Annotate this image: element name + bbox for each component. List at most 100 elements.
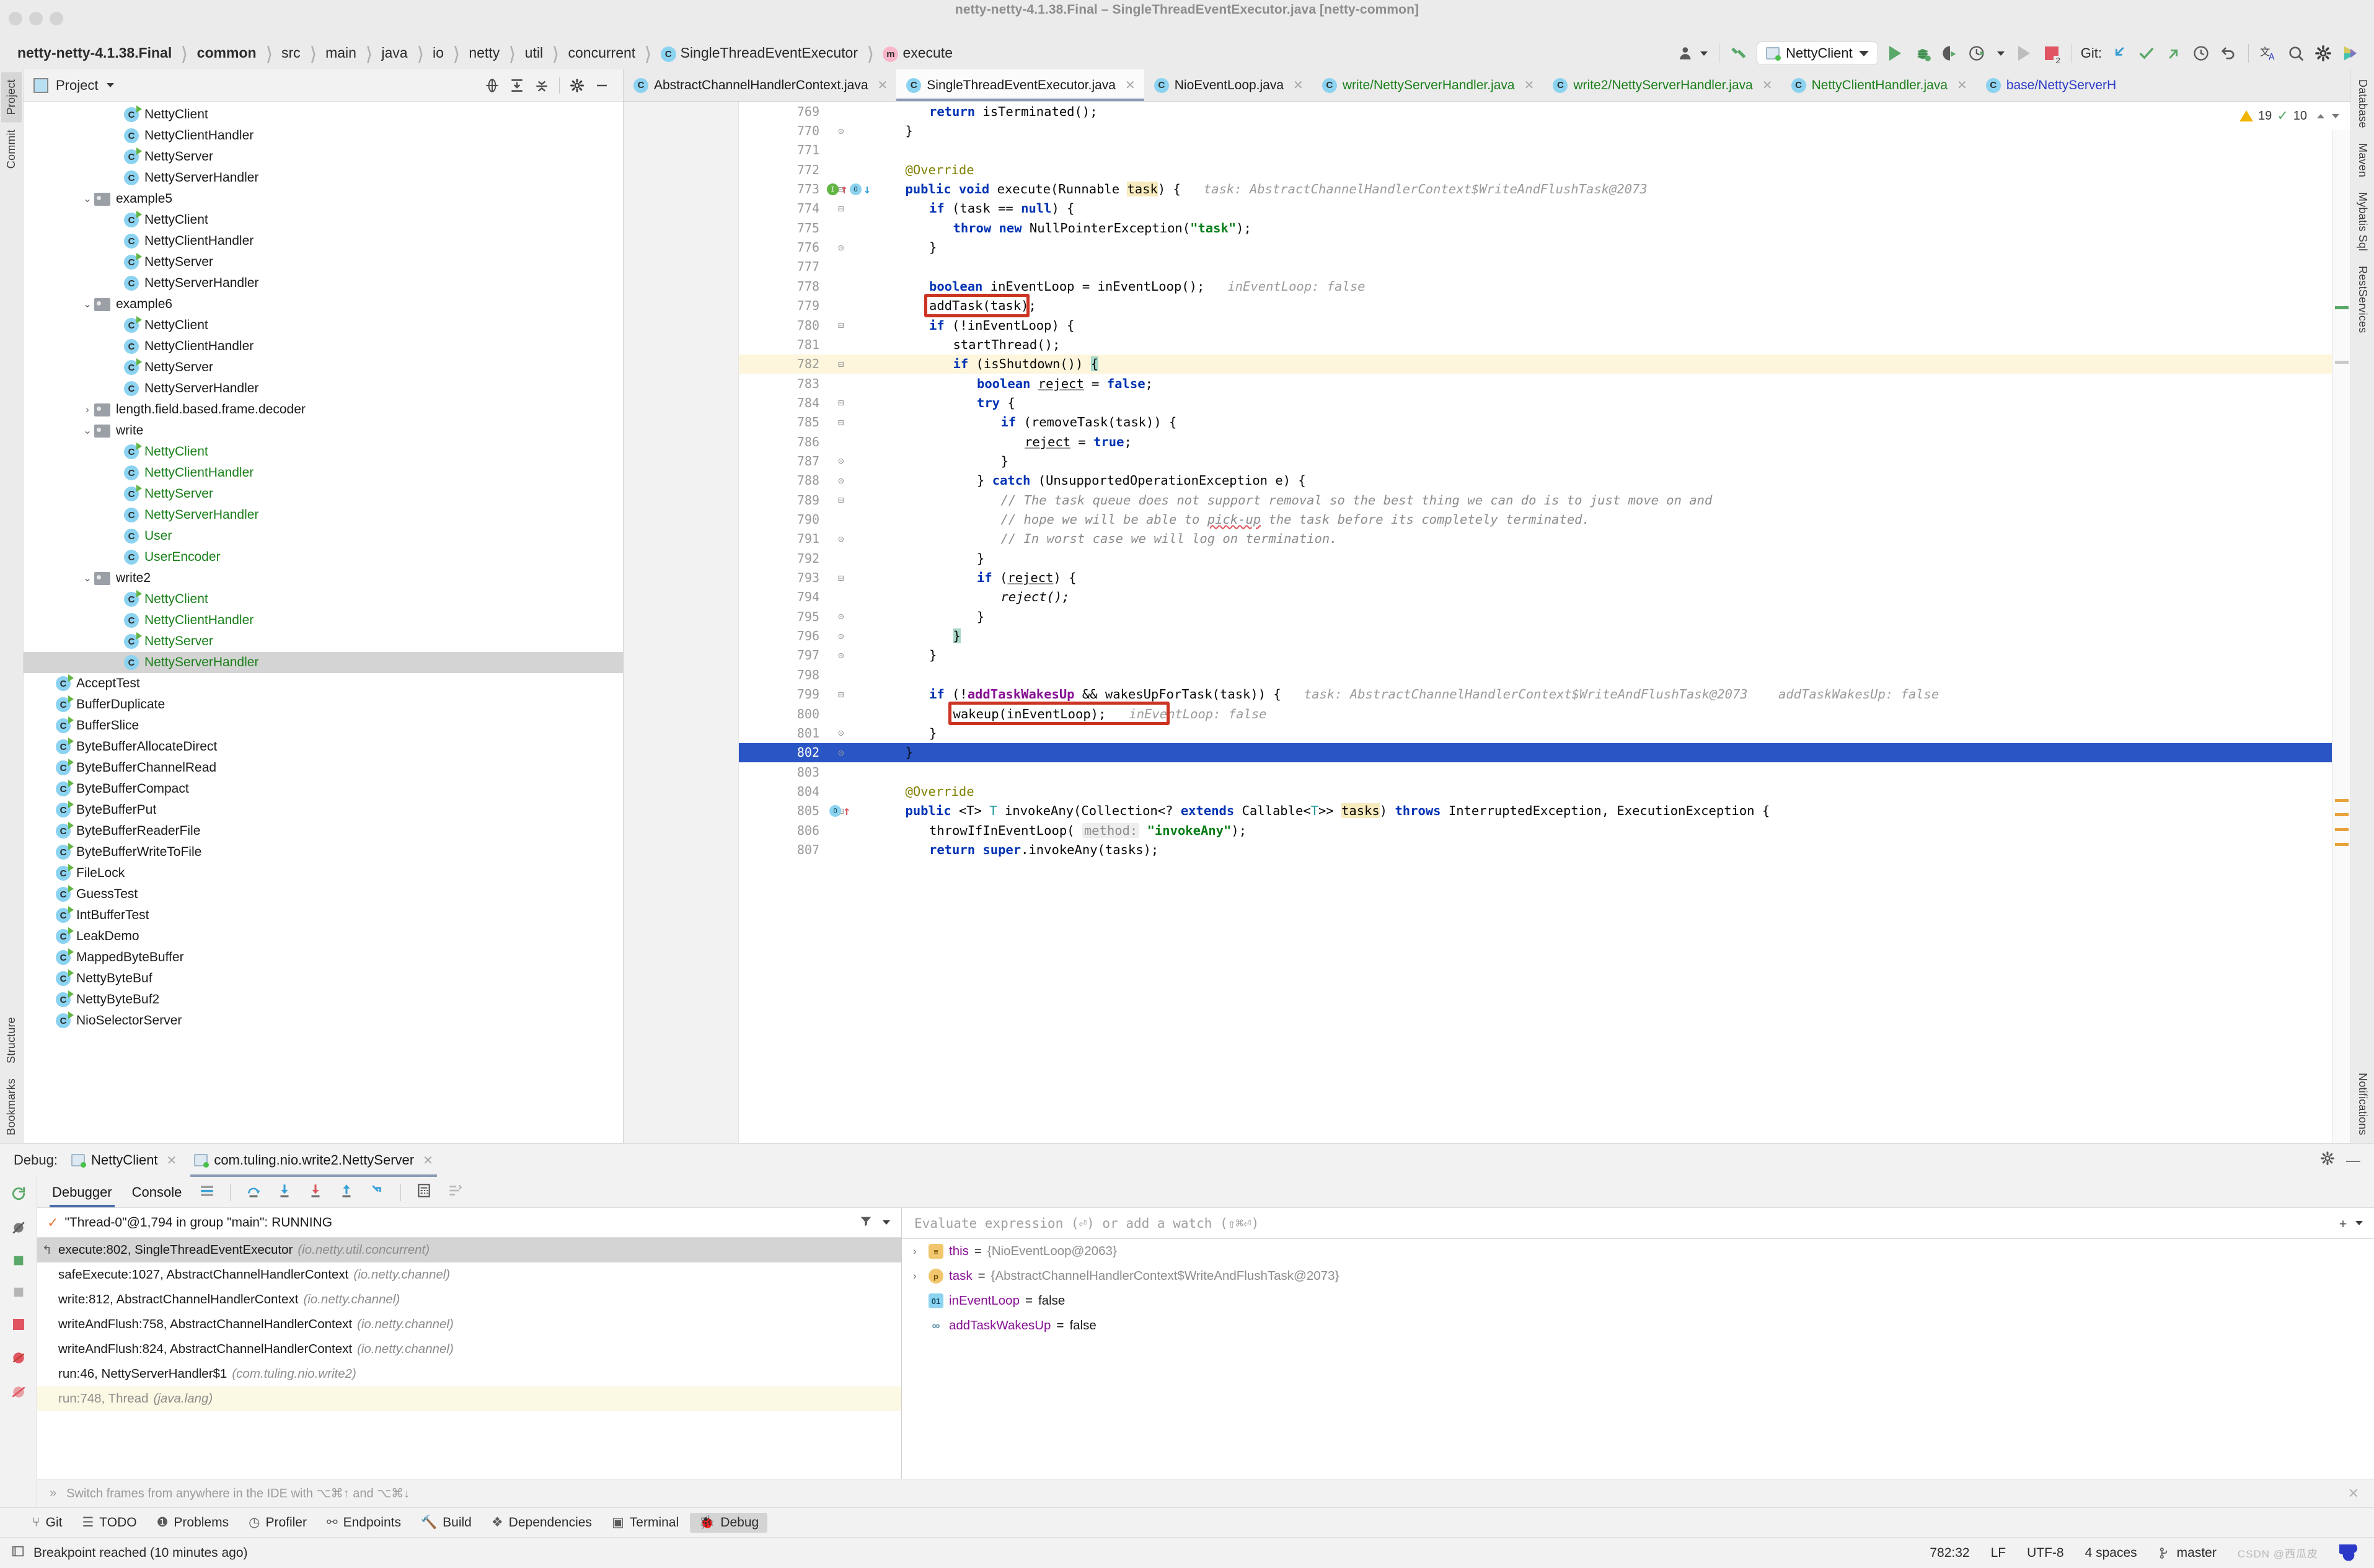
code-line[interactable]: 792}: [739, 548, 2332, 568]
bottom-tool-dependencies[interactable]: ❖ Dependencies: [483, 1512, 601, 1533]
tree-folder-row[interactable]: ⌄ example6: [24, 294, 623, 315]
code-fold-icon[interactable]: ⊝: [838, 610, 844, 622]
stop-button[interactable]: 2: [2038, 41, 2065, 66]
code-line[interactable]: 780 ⊟ if (!inEventLoop) {: [739, 315, 2332, 335]
tree-file-row[interactable]: C NettyServer: [24, 631, 623, 652]
code-fold-icon[interactable]: ⊝: [838, 455, 844, 467]
code-line[interactable]: 776 ⊝}: [739, 237, 2332, 257]
variable-row[interactable]: › p task = {AbstractChannelHandlerContext$…: [902, 1264, 2374, 1288]
frames-list[interactable]: ↰ execute:802, SingleThreadEventExecutor (…: [37, 1238, 901, 1411]
add-watch-icon[interactable]: +: [2339, 1216, 2347, 1231]
breadcrumb-item-1[interactable]: common: [196, 45, 258, 61]
bottom-tool-window-bar[interactable]: ⑂ Git ☰ TODO ❶ Problems ◷ Profiler ⚯ Endpoints 🔨 Bu…: [0, 1507, 2374, 1537]
tree-file-row[interactable]: C NettyClient: [24, 441, 623, 462]
variable-row[interactable]: ∞ addTaskWakesUp = false: [902, 1313, 2374, 1338]
project-tree[interactable]: C NettyClient C NettyClientHandler C NettySer…: [24, 102, 623, 1143]
tool-strip-commit[interactable]: Commit: [1, 122, 22, 176]
evaluate-expression-icon[interactable]: [416, 1183, 432, 1202]
evaluate-expression-field[interactable]: Evaluate expression (⏎) or add a watch (…: [902, 1208, 2374, 1239]
project-settings-gear-icon[interactable]: [565, 75, 589, 96]
settings-gear-icon[interactable]: [2310, 41, 2337, 66]
step-over-icon[interactable]: [245, 1183, 262, 1202]
code-line[interactable]: 801 ⊝}: [739, 723, 2332, 742]
step-into-icon[interactable]: [276, 1183, 293, 1202]
code-fold-icon[interactable]: ⊟: [838, 689, 844, 700]
tree-file-row[interactable]: C ByteBufferWriteToFile: [24, 842, 623, 863]
editor-tab-5[interactable]: C NettyClientHandler.java ✕: [1781, 69, 1976, 101]
code-line[interactable]: 775 throw new NullPointerException("task"…: [739, 218, 2332, 237]
breadcrumb-item-5[interactable]: io: [431, 45, 445, 61]
tree-file-row[interactable]: C NettyClient: [24, 315, 623, 336]
tab-debugger[interactable]: Debugger: [50, 1177, 115, 1207]
breadcrumb-item-9[interactable]: C SingleThreadEventExecutor: [660, 45, 859, 62]
bottom-tool-debug[interactable]: 🐞 Debug: [690, 1512, 768, 1533]
code-fold-icon[interactable]: ⊟: [838, 203, 844, 214]
code-line[interactable]: 800 wakeup(inEventLoop); inEventLoop: fal…: [739, 704, 2332, 723]
code-line[interactable]: 769 return isTerminated();: [739, 102, 2332, 121]
close-icon[interactable]: ✕: [423, 1153, 433, 1168]
tree-file-row[interactable]: C BufferSlice: [24, 715, 623, 736]
inspection-summary[interactable]: 19 ✓ 10: [2239, 102, 2350, 130]
stack-frame-row[interactable]: run:46, NettyServerHandler$1 (com.tuling.…: [37, 1362, 901, 1386]
filter-frames-icon[interactable]: [859, 1214, 873, 1231]
code-line[interactable]: 799 ⊟ if (!addTaskWakesUp && wakesUpForTas…: [739, 685, 2332, 704]
breadcrumb-item-0[interactable]: netty-netty-4.1.38.Final: [16, 45, 173, 61]
run-with-coverage-button[interactable]: [1936, 41, 1964, 66]
git-update-icon[interactable]: [2106, 41, 2133, 66]
chevron-down-icon[interactable]: ⌄: [81, 298, 94, 311]
editor-tab-1[interactable]: C SingleThreadEventExecutor.java ✕: [896, 69, 1145, 101]
rollback-icon[interactable]: [2215, 41, 2242, 66]
variables-list[interactable]: › ≡ this = {NioEventLoop@2063} › p task = {Ab…: [902, 1239, 2374, 1338]
code-fold-icon[interactable]: ⊝: [838, 242, 844, 253]
tree-file-row[interactable]: C NettyServerHandler: [24, 504, 623, 526]
tree-file-row[interactable]: C User: [24, 526, 623, 547]
force-step-into-icon[interactable]: [307, 1183, 324, 1202]
close-icon[interactable]: ✕: [1957, 77, 1967, 93]
tool-strip-structure[interactable]: Structure: [1, 1010, 22, 1071]
code-line[interactable]: 787 ⊝}: [739, 451, 2332, 470]
breadcrumb-item-10[interactable]: m execute: [881, 45, 954, 62]
tree-file-row[interactable]: C NettyClient: [24, 209, 623, 231]
profile-chevron-down-icon[interactable]: [1997, 51, 2005, 56]
code-view[interactable]: 769 return isTerminated(); 770 ⊝} 771 772 @Ove…: [739, 102, 2332, 1143]
tree-file-row[interactable]: C NettyServerHandler: [24, 378, 623, 399]
tree-file-row[interactable]: C NettyServerHandler: [24, 167, 623, 188]
stack-frame-row[interactable]: writeAndFlush:758, AbstractChannelHandle…: [37, 1312, 901, 1337]
editor-gutter[interactable]: [624, 102, 739, 1143]
code-line[interactable]: 770 ⊝}: [739, 121, 2332, 140]
mute-breakpoints-icon[interactable]: [11, 1220, 27, 1240]
code-line[interactable]: 771: [739, 141, 2332, 160]
build-hammer-icon[interactable]: [1726, 41, 1753, 66]
tool-strip-maven[interactable]: Maven: [2352, 136, 2373, 185]
close-icon[interactable]: ✕: [878, 77, 888, 93]
tree-file-row[interactable]: C LeakDemo: [24, 926, 623, 947]
tree-folder-row[interactable]: ⌄ write2: [24, 568, 623, 589]
user-avatar-icon[interactable]: [1673, 41, 1700, 66]
tree-file-row[interactable]: C ByteBufferChannelRead: [24, 757, 623, 778]
code-line[interactable]: 797 ⊝}: [739, 646, 2332, 665]
collapse-all-icon[interactable]: [529, 75, 554, 96]
breadcrumb[interactable]: netty-netty-4.1.38.Final ❯ common ❯ src ❯ main…: [16, 43, 954, 63]
tree-file-row[interactable]: C NettyServer: [24, 357, 623, 378]
chevron-down-icon[interactable]: [2332, 113, 2339, 118]
chevron-down-icon[interactable]: ⌄: [81, 425, 94, 437]
stack-frame-row[interactable]: writeAndFlush:824, AbstractChannelHandle…: [37, 1337, 901, 1362]
tree-folder-row[interactable]: › length.field.based.frame.decoder: [24, 399, 623, 420]
gutter-override-marker[interactable]: O ↑: [829, 803, 850, 818]
code-fold-icon[interactable]: ⊝: [838, 727, 844, 739]
search-everywhere-icon[interactable]: [2282, 41, 2310, 66]
code-line[interactable]: 796 ⊝}: [739, 626, 2332, 645]
code-line[interactable]: 774 ⊟ if (task == null) {: [739, 199, 2332, 218]
debug-session-tab-0[interactable]: NettyClient ✕: [68, 1143, 180, 1177]
code-line[interactable]: 783 boolean reject = false;: [739, 374, 2332, 393]
indent-setting[interactable]: 4 spaces: [2085, 1546, 2137, 1561]
avatar-chevron-down-icon[interactable]: [1700, 51, 1708, 56]
code-fold-icon[interactable]: ⊝: [838, 475, 844, 487]
editor-tabs[interactable]: C AbstractChannelHandlerContext.java ✕ C Sin…: [624, 69, 2350, 102]
close-icon[interactable]: ✕: [2348, 1486, 2374, 1502]
file-encoding[interactable]: UTF-8: [2027, 1546, 2064, 1561]
code-line[interactable]: 784 ⊟ try {: [739, 393, 2332, 412]
code-fold-icon[interactable]: ⊟: [838, 319, 844, 331]
chevron-up-icon[interactable]: [2317, 113, 2324, 118]
git-commit-icon[interactable]: [2133, 41, 2160, 66]
